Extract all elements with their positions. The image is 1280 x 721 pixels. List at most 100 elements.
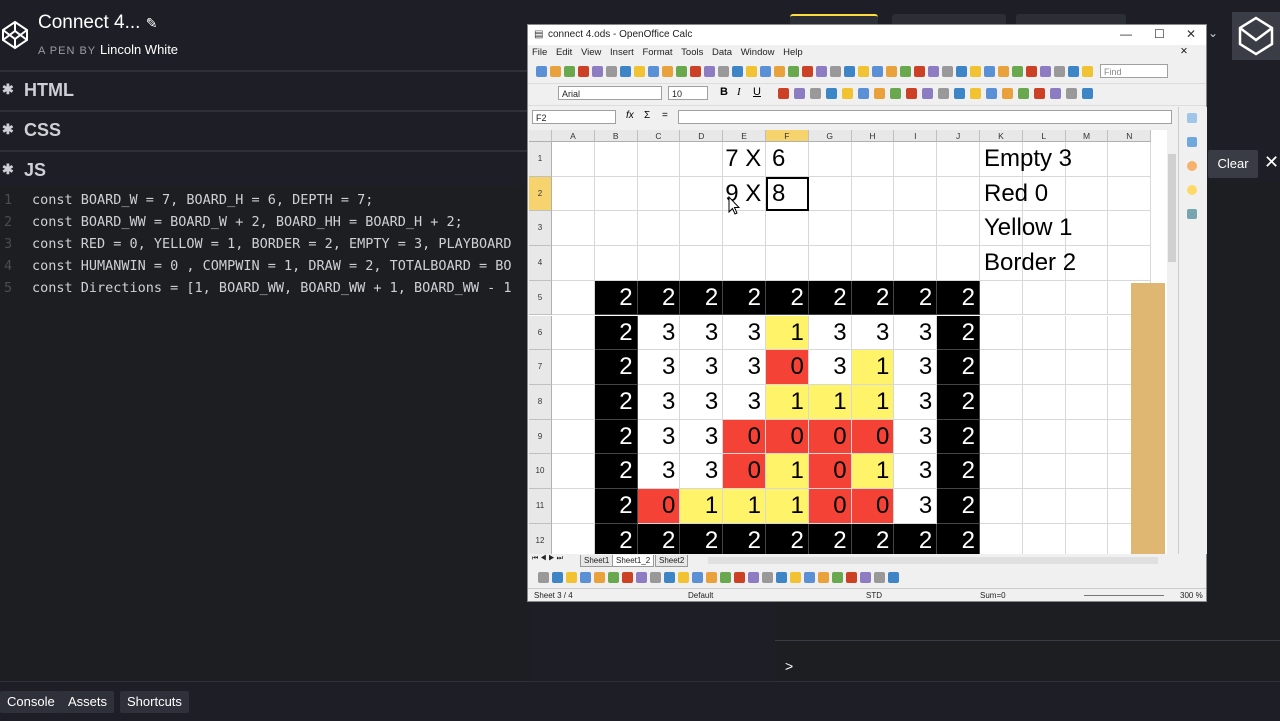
row-header[interactable]: 4 — [529, 246, 552, 281]
grid-cell[interactable] — [766, 211, 809, 247]
format-icon[interactable] — [890, 88, 901, 99]
draw-icon[interactable] — [804, 572, 815, 583]
pen-title[interactable]: Connect 4... ✎ — [38, 12, 157, 34]
maximize-icon[interactable]: ☐ — [1154, 27, 1165, 41]
code-line[interactable]: 2 const BOARD_WW = BOARD_W + 2, BOARD_HH … — [0, 214, 530, 236]
draw-icon[interactable] — [818, 572, 829, 583]
row-header[interactable]: 1 — [529, 142, 552, 177]
grid-cell[interactable] — [552, 246, 595, 281]
board-cell[interactable]: 3 — [680, 419, 724, 455]
grid-cell[interactable] — [552, 350, 595, 385]
navigator-icon[interactable] — [1187, 185, 1197, 195]
grid-cell[interactable] — [552, 142, 595, 177]
grid-cell[interactable] — [1108, 142, 1152, 177]
grid-cell[interactable] — [1022, 315, 1066, 351]
pane-html[interactable]: ✱ HTML — [0, 70, 530, 108]
format-icon[interactable] — [1066, 88, 1077, 99]
board-cell[interactable]: 2 — [766, 523, 809, 554]
board-cell[interactable]: 2 — [680, 523, 724, 554]
grid-cell[interactable] — [552, 523, 595, 554]
board-cell[interactable]: 0 — [808, 419, 852, 455]
toolbar-icon[interactable] — [1040, 66, 1051, 77]
grid-cell[interactable] — [552, 489, 595, 524]
grid-cell[interactable] — [1022, 489, 1066, 524]
board-cell[interactable]: 3 — [894, 419, 938, 455]
chevron-down-icon[interactable]: ⌄ — [1208, 26, 1218, 40]
grid-cell[interactable] — [851, 176, 895, 212]
grid-cell[interactable] — [980, 384, 1023, 420]
draw-icon[interactable] — [622, 572, 633, 583]
column-header[interactable]: A — [552, 130, 595, 142]
grid-cell[interactable] — [980, 280, 1023, 316]
toolbar-icon[interactable] — [900, 66, 911, 77]
board-cell[interactable]: 3 — [808, 350, 852, 385]
format-icon[interactable] — [858, 88, 869, 99]
grid-cell[interactable] — [723, 246, 766, 281]
gear-icon[interactable]: ✱ — [2, 121, 14, 138]
assets-button[interactable]: Assets — [61, 691, 115, 713]
toolbar-icon[interactable] — [578, 66, 589, 77]
column-header[interactable]: M — [1065, 130, 1109, 142]
format-icon[interactable] — [938, 88, 949, 99]
grid-cell[interactable] — [1065, 350, 1109, 385]
grid-cell[interactable] — [808, 211, 852, 247]
format-icon[interactable] — [1082, 88, 1093, 99]
grid-cell[interactable] — [937, 211, 980, 247]
board-cell[interactable]: 3 — [680, 454, 724, 489]
grid-cell[interactable] — [552, 419, 595, 455]
format-icon[interactable] — [906, 88, 917, 99]
format-icon[interactable] — [1018, 88, 1029, 99]
board-cell[interactable]: 2 — [937, 419, 980, 455]
draw-icon[interactable] — [538, 572, 549, 583]
format-icon[interactable] — [986, 88, 997, 99]
shortcuts-button[interactable]: Shortcuts — [120, 691, 189, 713]
column-header[interactable]: C — [637, 130, 681, 142]
minimize-icon[interactable]: — — [1120, 27, 1132, 41]
gear-icon[interactable]: ✱ — [2, 81, 14, 98]
board-cell[interactable]: 2 — [851, 280, 895, 316]
row-header[interactable]: 3 — [529, 211, 552, 247]
toolbar-icon[interactable] — [872, 66, 883, 77]
board-cell[interactable]: 2 — [637, 523, 681, 554]
grid-cell[interactable] — [594, 142, 638, 177]
grid-cell[interactable] — [1022, 419, 1066, 455]
board-cell[interactable]: 2 — [594, 454, 638, 489]
font-size-select[interactable]: 10 — [668, 86, 708, 100]
board-cell[interactable]: 2 — [808, 523, 852, 554]
toolbar-icon[interactable] — [564, 66, 575, 77]
draw-icon[interactable] — [650, 572, 661, 583]
grid-cell[interactable] — [1022, 454, 1066, 489]
zoom-slider[interactable] — [1084, 595, 1164, 596]
board-cell[interactable]: 2 — [594, 489, 638, 524]
grid-cell[interactable] — [1065, 384, 1109, 420]
grid-cell[interactable] — [937, 246, 980, 281]
vertical-scrollbar[interactable] — [1167, 130, 1177, 554]
grid-cell[interactable] — [1022, 280, 1066, 316]
properties-icon[interactable] — [1187, 113, 1197, 123]
draw-icon[interactable] — [664, 572, 675, 583]
grid-cell[interactable] — [1022, 350, 1066, 385]
column-header[interactable]: E — [723, 130, 766, 142]
board-cell[interactable]: 2 — [894, 280, 938, 316]
board-cell[interactable]: 1 — [851, 454, 895, 489]
toolbar-icon[interactable] — [830, 66, 841, 77]
calc-titlebar[interactable]: ▤ connect 4.ods - OpenOffice Calc — ☐ ✕ — [528, 25, 1206, 45]
grid-cell[interactable] — [980, 489, 1023, 524]
toolbar-icon[interactable] — [970, 66, 981, 77]
board-cell[interactable]: 3 — [808, 315, 852, 351]
grid-cell[interactable] — [552, 280, 595, 316]
board-cell[interactable]: 3 — [637, 350, 681, 385]
pane-js[interactable]: ✱ JS — [0, 150, 530, 188]
board-cell[interactable]: 3 — [637, 315, 681, 351]
column-header[interactable]: F — [766, 130, 809, 142]
toolbar-icon[interactable] — [690, 66, 701, 77]
menu-window[interactable]: Window — [741, 47, 775, 58]
format-icon[interactable] — [954, 88, 965, 99]
tab-sheet1-2[interactable]: Sheet1_2 — [612, 555, 655, 567]
draw-icon[interactable] — [846, 572, 857, 583]
row-header[interactable]: 11 — [529, 489, 552, 524]
grid-cell[interactable] — [637, 142, 681, 177]
grid-cell[interactable] — [1108, 246, 1152, 281]
board-cell[interactable]: 1 — [766, 384, 809, 420]
gallery-icon[interactable] — [1187, 161, 1197, 171]
